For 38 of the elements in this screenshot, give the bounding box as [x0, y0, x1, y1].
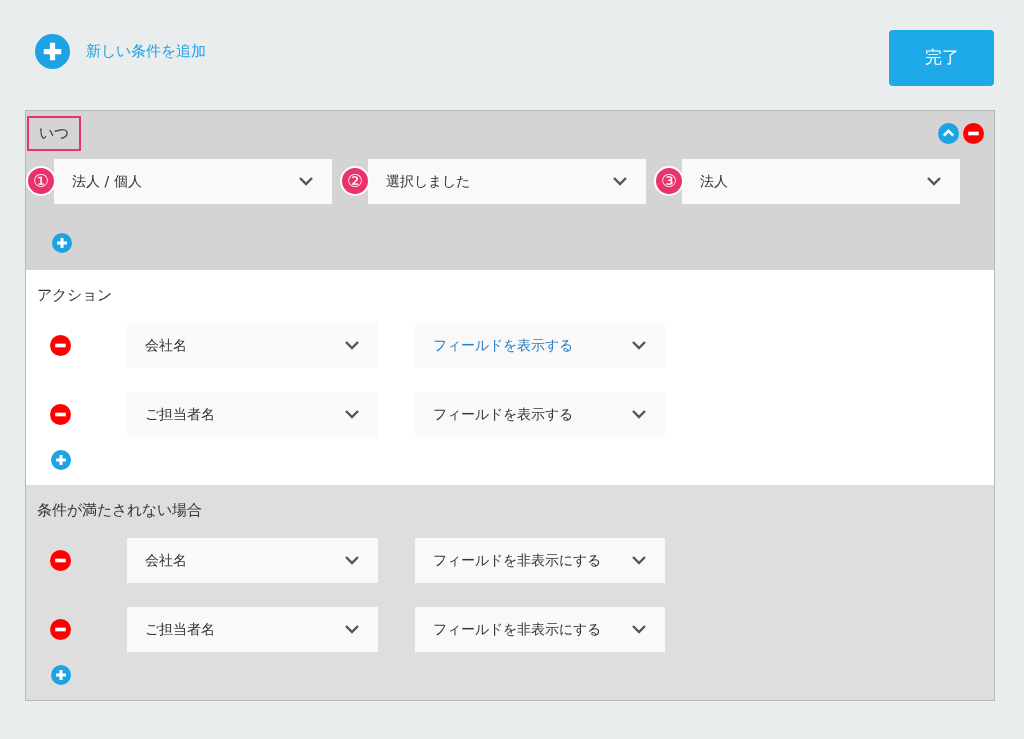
add-icon[interactable] [52, 233, 72, 253]
remove-icon[interactable] [50, 403, 71, 425]
chevron-down-icon [631, 409, 647, 419]
add-icon[interactable] [51, 450, 71, 470]
add-icon[interactable] [51, 665, 71, 685]
number-marker: ③ [654, 166, 684, 196]
chevron-down-icon [344, 555, 360, 565]
chevron-down-icon [631, 555, 647, 565]
chevron-up-icon[interactable] [938, 122, 959, 144]
chevron-down-icon [298, 176, 314, 186]
dropdown[interactable]: 法人 / 個人 [54, 158, 332, 204]
chevron-down-icon [612, 176, 628, 186]
chevron-down-icon [631, 340, 647, 350]
remove-icon[interactable] [50, 549, 71, 571]
section-title: アクション [36, 285, 113, 306]
dropdown[interactable]: フィールドを非表示にする [415, 606, 665, 652]
number-marker: ① [26, 166, 56, 196]
dropdown[interactable]: ご担当者名 [127, 606, 378, 652]
dropdown[interactable]: 会社名 [127, 322, 378, 368]
dropdown[interactable]: 会社名 [127, 537, 378, 583]
dropdown[interactable]: フィールドを表示する [415, 322, 665, 368]
remove-icon[interactable] [50, 334, 71, 356]
chevron-down-icon [631, 624, 647, 634]
dropdown[interactable]: 選択しました [368, 158, 646, 204]
remove-icon[interactable] [50, 618, 71, 640]
section-title: いつ [27, 116, 81, 151]
chevron-down-icon [344, 409, 360, 419]
plus-icon [35, 34, 70, 69]
chevron-down-icon [926, 176, 942, 186]
dropdown[interactable]: フィールドを非表示にする [415, 537, 665, 583]
dropdown[interactable]: フィールドを表示する [415, 391, 665, 437]
number-marker: ② [340, 166, 370, 196]
remove-icon[interactable] [963, 122, 984, 144]
dropdown[interactable]: ご担当者名 [127, 391, 378, 437]
chevron-down-icon [344, 340, 360, 350]
section-title: 条件が満たされない場合 [36, 500, 203, 521]
dropdown[interactable]: 法人 [682, 158, 960, 204]
chevron-down-icon [344, 624, 360, 634]
